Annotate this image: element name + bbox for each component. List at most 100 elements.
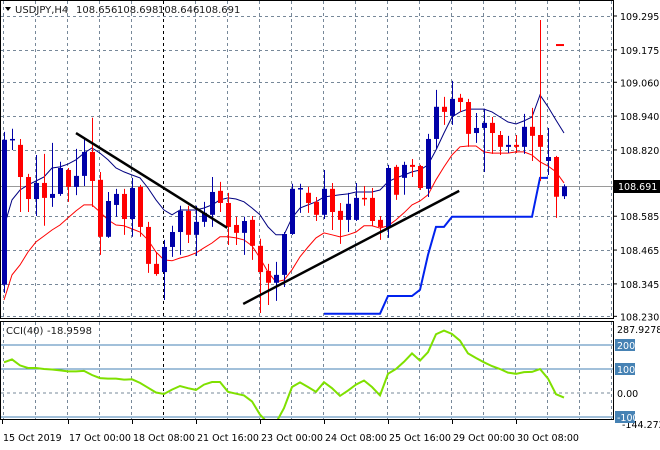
price-label: 109.175 [620, 46, 659, 57]
bear-candle [138, 184, 143, 237]
candle-body [298, 188, 303, 190]
cci-panel-frame [0, 321, 614, 420]
bull-candle [162, 239, 167, 300]
trendline[interactable] [242, 189, 460, 306]
candle-body [282, 233, 287, 275]
candle-body [50, 193, 55, 198]
candle-body [274, 274, 279, 283]
chart-canvas[interactable]: USDJPY,H4 108.656 108.698 108.646 108.69… [0, 0, 660, 450]
ohlc-low: 108.646 [158, 5, 199, 16]
candle-body [122, 193, 127, 220]
time-label: 29 Oct 00:00 [453, 433, 515, 444]
candle-body [266, 270, 271, 283]
cci-grid [3, 322, 612, 419]
bull-candle [34, 155, 39, 216]
price-label: 108.940 [620, 112, 659, 123]
cci-axis: 287.9278 -144.2726 2001000.00-100 [615, 325, 660, 431]
candle-body [186, 210, 191, 235]
cci-value: -18.9598 [47, 326, 92, 337]
bear-candle [370, 188, 375, 226]
price-axis: 109.295 109.175 109.060 108.940 108.820 108.5… [613, 12, 659, 323]
bull-candle [450, 80, 455, 125]
bull-candle [10, 128, 15, 150]
candle-body [546, 157, 551, 161]
bear-candle [458, 93, 463, 112]
bear-candle [306, 186, 311, 213]
bear-candle [26, 173, 31, 212]
bear-candle [466, 98, 471, 147]
candle-body [162, 246, 167, 273]
candle-body [234, 224, 239, 233]
bear-candle [90, 117, 95, 207]
candle-body [490, 122, 495, 134]
candle-body [34, 182, 39, 200]
upper-moving-average-line [3, 93, 565, 236]
cci-level-label: 100 [617, 365, 635, 376]
price-label: 108.345 [620, 280, 659, 291]
bull-candle [434, 89, 439, 149]
bear-candle [18, 138, 23, 212]
candle-body [354, 197, 359, 220]
bull-candle [562, 184, 567, 200]
candle-body [506, 144, 511, 147]
bear-candle [418, 164, 423, 190]
bear-candle [154, 252, 159, 276]
dropdown-triangle-icon[interactable] [5, 7, 11, 11]
candle-body [418, 166, 423, 189]
candle-body [394, 166, 399, 195]
candle-body [138, 186, 143, 227]
candle-body [26, 177, 31, 200]
cci-line [3, 329, 565, 419]
bear-candle [122, 188, 127, 235]
bear-candle [554, 155, 559, 218]
candle-body [154, 263, 159, 275]
symbol-label: USDJPY,H4 [15, 5, 68, 16]
candle-body [474, 127, 479, 134]
candle-body [146, 226, 151, 264]
bull-candle [274, 261, 279, 301]
time-label: 17 Oct 00:00 [69, 433, 131, 444]
bull-candle [178, 205, 183, 255]
candle-body [330, 188, 335, 212]
price-label: 108.230 [620, 312, 659, 323]
bear-candle [394, 164, 399, 200]
candle-body [250, 219, 255, 246]
cci-title: CCI(40) [6, 326, 44, 337]
candle-body [242, 221, 247, 233]
candle-body [410, 164, 415, 167]
candle-body [258, 245, 263, 273]
bear-candle [258, 238, 263, 313]
bull-candle [170, 225, 175, 257]
candle-body [58, 167, 63, 194]
candle-body [346, 203, 351, 220]
bull-candle [402, 161, 407, 195]
cci-scale-max: 287.9278 [617, 325, 660, 336]
candle-body [530, 126, 535, 136]
candle-body [90, 151, 95, 181]
candle-body [402, 164, 407, 178]
bear-candle [66, 167, 71, 202]
chart-header: USDJPY,H4 108.656 108.698 108.646 108.69… [5, 5, 240, 16]
candle-body [442, 106, 447, 112]
bull-candle [354, 182, 359, 222]
cci-header: CCI(40) -18.9598 [6, 326, 92, 337]
time-label: 30 Oct 08:00 [517, 433, 579, 444]
bull-candle [2, 131, 7, 293]
candle-body [466, 102, 471, 134]
bull-candle [74, 148, 79, 196]
candle-body [178, 210, 183, 233]
bull-candle [426, 133, 431, 198]
trendlines[interactable] [75, 44, 564, 306]
bear-candle [362, 186, 367, 206]
ohlc-open: 108.656 [76, 5, 117, 16]
time-label: 21 Oct 16:00 [197, 433, 259, 444]
bear-candle [410, 158, 415, 178]
ohlc-high: 108.698 [117, 5, 158, 16]
candle-body [426, 138, 431, 189]
price-label: 108.465 [620, 246, 659, 257]
time-label: 25 Oct 16:00 [389, 433, 451, 444]
bull-candle [474, 113, 479, 143]
candle-body [98, 179, 103, 237]
candle-body [18, 144, 23, 178]
bear-candle [234, 216, 239, 245]
